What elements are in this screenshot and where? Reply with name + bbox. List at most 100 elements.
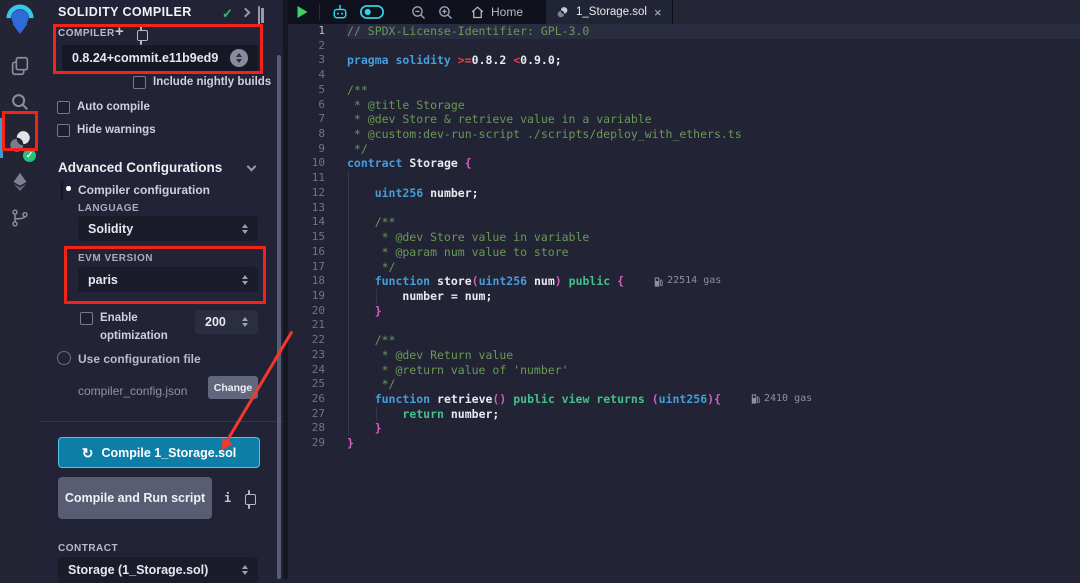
compile-and-run-button[interactable]: Compile and Run script	[58, 477, 212, 519]
remix-ai-icon[interactable]	[330, 3, 350, 21]
code-line[interactable]: function retrieve() public view returns …	[347, 392, 1080, 407]
home-icon	[470, 5, 485, 20]
use-config-file-label: Use configuration file	[78, 352, 201, 366]
line-number: 16	[288, 245, 338, 260]
nightly-builds-checkbox[interactable]	[133, 76, 146, 89]
editor-toolbar: Home	[288, 0, 545, 24]
line-number: 15	[288, 230, 338, 245]
line-number: 29	[288, 436, 338, 451]
close-tab-icon[interactable]: ×	[654, 6, 662, 19]
panel-scrollbar[interactable]	[277, 55, 281, 579]
code-line[interactable]	[347, 171, 1080, 186]
code-line[interactable]: function store(uint256 num) public {2251…	[347, 274, 1080, 289]
copy-icon[interactable]	[248, 490, 250, 509]
code-line[interactable]: contract Storage {	[347, 156, 1080, 171]
sidebar-item-deploy-run[interactable]	[0, 164, 40, 200]
line-number: 8	[288, 127, 338, 142]
code-line[interactable]: }	[347, 421, 1080, 436]
nightly-builds-label: Include nightly builds	[153, 76, 271, 88]
code-line[interactable]: */	[347, 142, 1080, 157]
compiler-configuration-radio[interactable]	[61, 181, 63, 200]
code-line[interactable]: * @param num value to store	[347, 245, 1080, 260]
code-line[interactable]: * @dev Store & retrieve value in a varia…	[347, 112, 1080, 127]
contract-select[interactable]: Storage (1_Storage.sol)	[58, 557, 258, 583]
code-line[interactable]: uint256 number;	[347, 186, 1080, 201]
optimization-runs-input[interactable]: 200	[195, 310, 258, 334]
sidebar-item-file-explorer[interactable]	[0, 48, 40, 84]
enable-optimization-label: Enable optimization	[100, 310, 166, 346]
advanced-configurations-title[interactable]: Advanced Configurations	[58, 160, 222, 175]
language-label: LANGUAGE	[78, 203, 139, 214]
change-config-button[interactable]: Change	[208, 376, 258, 399]
use-config-file-radio[interactable]	[57, 351, 71, 365]
gas-estimate: 2410 gas	[751, 392, 812, 407]
zoom-in-icon[interactable]	[437, 4, 454, 21]
solidity-file-icon	[556, 6, 569, 19]
evm-version-value: paris	[88, 273, 242, 287]
tab-home[interactable]: Home	[464, 5, 535, 20]
enable-optimization-checkbox[interactable]	[80, 312, 93, 325]
code-line[interactable]: }	[347, 304, 1080, 319]
code-line[interactable]: /**	[347, 83, 1080, 98]
line-number: 24	[288, 363, 338, 378]
code-line[interactable]	[347, 318, 1080, 333]
sidebar-item-git[interactable]	[0, 200, 40, 236]
file-tab-label: 1_Storage.sol	[576, 6, 647, 18]
line-number: 2	[288, 39, 338, 54]
chevron-down-icon[interactable]	[247, 162, 257, 172]
line-number-gutter: 1234567891011121314151617181920212223242…	[288, 24, 338, 579]
sidebar-item-solidity-compiler[interactable]: ✓	[0, 120, 40, 164]
code-line[interactable]: * @return value of 'number'	[347, 363, 1080, 378]
compiler-version-select[interactable]: 0.8.24+commit.e11b9ed9	[62, 45, 258, 71]
contract-label: CONTRACT	[58, 543, 118, 554]
code-line[interactable]: return number;	[347, 407, 1080, 422]
code-line[interactable]	[347, 39, 1080, 54]
code-line[interactable]: * @dev Return value	[347, 348, 1080, 363]
auto-compile-checkbox[interactable]	[57, 101, 70, 114]
line-number: 17	[288, 260, 338, 275]
panel-title: SOLIDITY COMPILER	[58, 5, 192, 19]
code-line[interactable]: * @title Storage	[347, 98, 1080, 113]
code-line[interactable]: // SPDX-License-Identifier: GPL-3.0	[347, 24, 1080, 39]
active-plugin-indicator	[0, 118, 3, 158]
hide-warnings-checkbox[interactable]	[57, 124, 70, 137]
chevron-right-icon[interactable]	[241, 8, 251, 18]
select-caret-icon	[242, 275, 248, 285]
code-line[interactable]	[347, 68, 1080, 83]
run-script-icon[interactable]	[296, 5, 309, 19]
code-line[interactable]: pragma solidity >=0.8.2 <0.9.0;	[347, 53, 1080, 68]
compile-button[interactable]: ↻ Compile 1_Storage.sol	[58, 437, 260, 468]
line-number: 6	[288, 98, 338, 113]
open-compiler-file-icon[interactable]	[140, 26, 142, 45]
code-line[interactable]: /**	[347, 215, 1080, 230]
remix-logo[interactable]	[0, 0, 40, 40]
add-compiler-icon[interactable]: +	[115, 27, 124, 37]
code-line[interactable]: /**	[347, 333, 1080, 348]
zoom-out-icon[interactable]	[410, 4, 427, 21]
code-line[interactable]: }	[347, 436, 1080, 451]
line-number: 4	[288, 68, 338, 83]
sidebar-item-search[interactable]	[0, 84, 40, 120]
info-icon[interactable]: i	[224, 491, 231, 505]
deploy-run-icon	[9, 171, 31, 193]
evm-version-select[interactable]: paris	[78, 267, 258, 292]
gas-pump-icon	[654, 277, 663, 287]
search-icon	[9, 91, 31, 113]
code-line[interactable]: number = num;	[347, 289, 1080, 304]
language-select[interactable]: Solidity	[78, 216, 258, 241]
code-lines[interactable]: // SPDX-License-Identifier: GPL-3.0 pragm…	[347, 24, 1080, 579]
select-caret-icon	[242, 224, 248, 234]
tab-1-storage-sol[interactable]: 1_Storage.sol ×	[545, 0, 673, 24]
code-line[interactable]: * @custom:dev-run-script ./scripts/deplo…	[347, 127, 1080, 142]
toolbar-separator	[319, 4, 320, 20]
contract-value: Storage (1_Storage.sol)	[68, 563, 242, 577]
code-line[interactable]: * @dev Store value in variable	[347, 230, 1080, 245]
git-branch-icon	[10, 207, 30, 229]
code-line[interactable]: */	[347, 260, 1080, 275]
pin-panel-icon[interactable]	[258, 6, 260, 25]
gas-estimate: 22514 gas	[654, 274, 721, 289]
code-line[interactable]: */	[347, 377, 1080, 392]
code-line[interactable]	[347, 201, 1080, 216]
ai-toggle-icon[interactable]	[360, 5, 384, 19]
compiler-label: COMPILER	[58, 28, 115, 39]
